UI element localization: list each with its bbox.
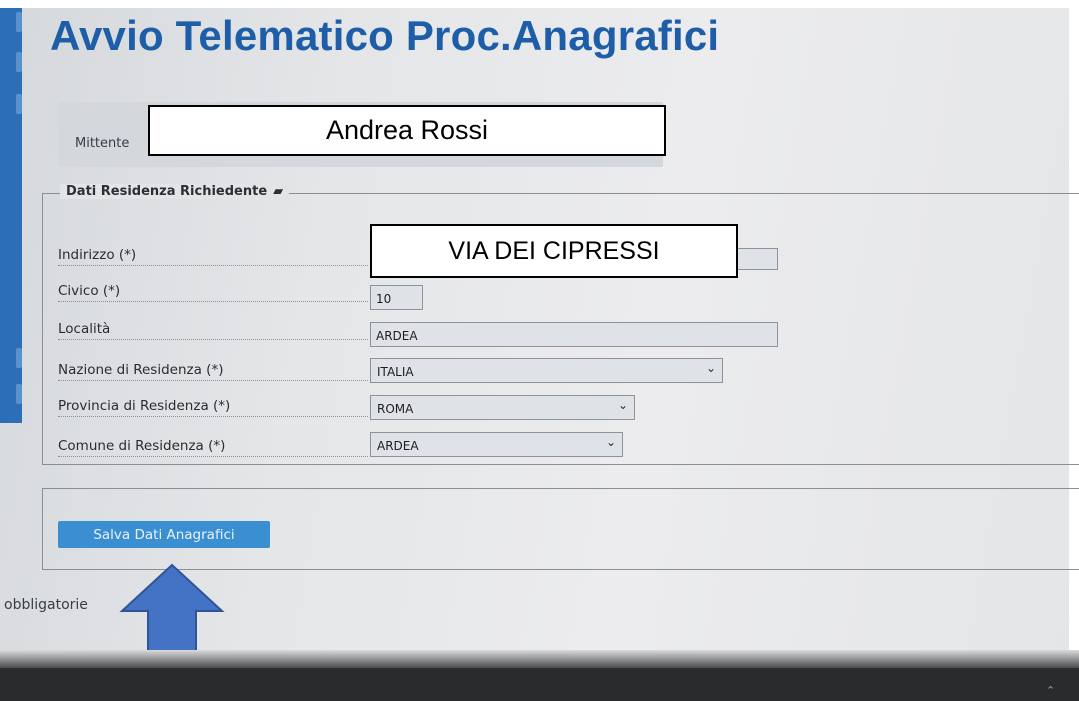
provincia-select[interactable]: ROMA ⌄ — [370, 395, 635, 420]
screen-edge-glow — [0, 650, 1079, 670]
chevron-down-icon: ⌄ — [605, 435, 616, 449]
provincia-label: Provincia di Residenza (*) — [58, 398, 368, 417]
sidebar-tab[interactable] — [16, 12, 22, 32]
nazione-label: Nazione di Residenza (*) — [58, 362, 368, 381]
sidebar-tab[interactable] — [16, 348, 22, 368]
localita-label: Località — [58, 321, 368, 340]
nazione-value: ITALIA — [377, 365, 414, 379]
mittente-label: Mittente — [75, 136, 130, 151]
indirizzo-input-tail[interactable] — [735, 248, 778, 270]
save-button[interactable]: Salva Dati Anagrafici — [58, 521, 270, 548]
civico-label: Civico (*) — [58, 283, 368, 302]
section-legend-text: Dati Residenza Richiedente — [66, 184, 268, 199]
chevron-down-icon: ⌄ — [617, 398, 628, 412]
comune-label: Comune di Residenza (*) — [58, 438, 368, 457]
mittente-value: Andrea Rossi — [148, 105, 666, 156]
sidebar — [0, 8, 22, 423]
comune-select[interactable]: ARDEA ⌄ — [370, 432, 623, 457]
sidebar-tab[interactable] — [16, 384, 22, 404]
nazione-select[interactable]: ITALIA ⌄ — [370, 358, 723, 383]
sidebar-tab[interactable] — [16, 52, 22, 72]
provincia-value: ROMA — [377, 402, 414, 416]
screen-bezel-top — [0, 0, 1079, 8]
indirizzo-label: Indirizzo (*) — [58, 247, 368, 266]
screen-bezel-bottom — [0, 668, 1079, 701]
civico-input[interactable]: 10 — [370, 285, 423, 310]
chevron-down-icon: ⌄ — [705, 361, 716, 375]
indirizzo-input[interactable]: VIA DEI CIPRESSI — [370, 224, 738, 278]
section-legend: Dati Residenza Richiedente ▰ — [60, 184, 290, 199]
eraser-icon[interactable]: ▰ — [273, 184, 283, 199]
localita-input[interactable]: ARDEA — [370, 322, 778, 347]
comune-value: ARDEA — [377, 439, 419, 453]
required-note: obbligatorie — [4, 597, 88, 613]
page-title: Avvio Telematico Proc.Anagrafici — [50, 12, 720, 59]
sidebar-tab[interactable] — [16, 94, 22, 114]
chevron-up-icon[interactable]: ⌃ — [1046, 684, 1055, 697]
